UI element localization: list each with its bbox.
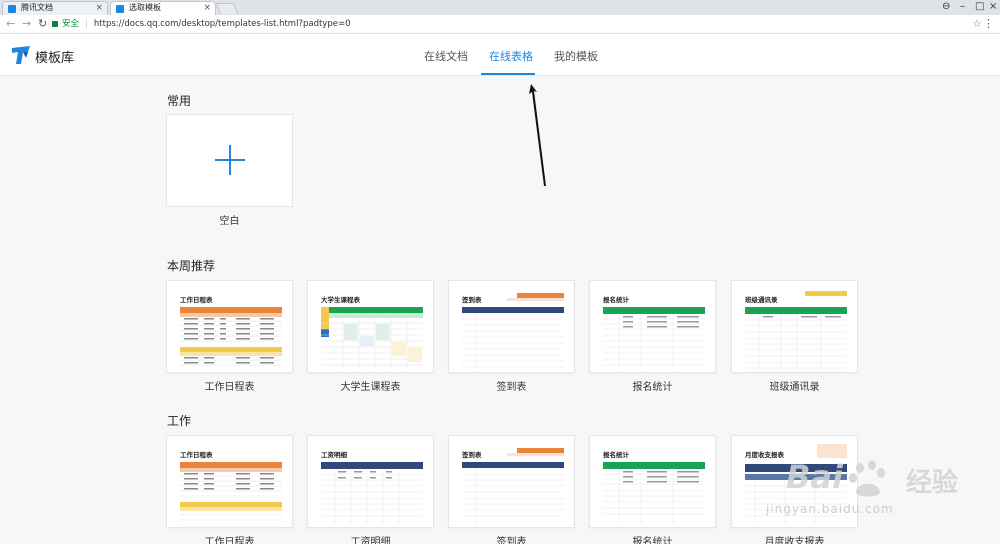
- minimize-icon[interactable]: –: [960, 0, 965, 14]
- section-title-weekly: 本周推荐: [167, 259, 216, 273]
- blank-template-card[interactable]: [166, 114, 293, 207]
- tab-online-sheets[interactable]: 在线表格: [489, 48, 533, 64]
- url-separator: |: [85, 19, 88, 29]
- watermark-brand-cn: 经验: [906, 468, 959, 498]
- sign-in-thumbnail: [462, 293, 564, 369]
- close-window-icon[interactable]: ×: [989, 0, 997, 14]
- plus-icon: [215, 145, 245, 175]
- browser-tab-label: 选取模板: [129, 3, 161, 12]
- registration-thumbnail: [603, 462, 705, 524]
- profile-icon[interactable]: ⊖: [942, 0, 950, 14]
- template-card-sign-in[interactable]: 签到表: [448, 280, 575, 373]
- thumb-title: 报名统计: [603, 296, 629, 304]
- baidu-paw-icon: [849, 460, 885, 497]
- template-label[interactable]: 工资明细: [307, 533, 434, 544]
- lock-icon: [52, 20, 58, 27]
- active-tab-indicator: [481, 73, 535, 75]
- logo-text[interactable]: 模板库: [35, 47, 74, 66]
- browser-menu-icon[interactable]: ⋮: [983, 17, 994, 31]
- template-label[interactable]: 签到表: [448, 533, 575, 544]
- contacts-thumbnail: [745, 291, 847, 369]
- browser-tab-label: 腾讯文档: [21, 3, 53, 12]
- baidu-jingyan-watermark: Bai 经验 jingyan.baidu.com: [756, 448, 1000, 544]
- timetable-thumbnail: [321, 307, 423, 369]
- url-field[interactable]: 安全 | https://docs.qq.com/desktop/templates…: [52, 17, 972, 32]
- template-card-work-schedule[interactable]: 工作日程表: [166, 280, 293, 373]
- template-card-work-schedule[interactable]: 工作日程表: [166, 435, 293, 528]
- maximize-icon[interactable]: □: [975, 0, 984, 14]
- template-label[interactable]: 工作日程表: [166, 378, 293, 393]
- schedule-thumbnail: [180, 462, 282, 521]
- template-label[interactable]: 报名统计: [589, 533, 716, 544]
- sign-in-thumbnail: [462, 448, 564, 524]
- browser-tab-docs[interactable]: 腾讯文档 ×: [2, 1, 108, 15]
- template-label[interactable]: 签到表: [448, 378, 575, 393]
- template-label[interactable]: 班级通讯录: [731, 378, 858, 393]
- salary-thumbnail: [321, 462, 423, 524]
- template-label[interactable]: 报名统计: [589, 378, 716, 393]
- tencent-docs-logo-icon[interactable]: [10, 44, 32, 66]
- template-card-college-timetable[interactable]: 大学生课程表: [307, 280, 434, 373]
- watermark-brand: Bai: [786, 458, 843, 496]
- tencent-docs-favicon-icon: [8, 5, 16, 13]
- thumb-title: 报名统计: [603, 451, 629, 459]
- site-header: 模板库 在线文档 在线表格 我的模板: [0, 34, 1000, 76]
- thumb-title: 工作日程表: [180, 451, 213, 459]
- tab-my-templates[interactable]: 我的模板: [554, 48, 598, 64]
- template-card-registration-stats[interactable]: 报名统计: [589, 280, 716, 373]
- tab-online-docs[interactable]: 在线文档: [424, 48, 468, 64]
- back-arrow-icon[interactable]: ←: [6, 17, 15, 31]
- template-label[interactable]: 大学生课程表: [307, 378, 434, 393]
- forward-arrow-icon[interactable]: →: [22, 17, 31, 31]
- secure-label: 安全: [62, 19, 80, 29]
- template-label[interactable]: 工作日程表: [166, 533, 293, 544]
- template-card-sign-in[interactable]: 签到表: [448, 435, 575, 528]
- thumb-title: 工作日程表: [180, 296, 213, 304]
- section-title-common: 常用: [167, 94, 192, 108]
- template-card-salary-details[interactable]: 工资明细: [307, 435, 434, 528]
- new-tab-button[interactable]: [215, 3, 239, 14]
- watermark-url: jingyan.baidu.com: [766, 502, 894, 516]
- schedule-thumbnail: [180, 307, 282, 366]
- tencent-docs-favicon-icon: [116, 5, 124, 13]
- template-card-registration-stats[interactable]: 报名统计: [589, 435, 716, 528]
- close-tab-icon[interactable]: ×: [203, 2, 211, 14]
- registration-thumbnail: [603, 307, 705, 369]
- reload-icon[interactable]: ↻: [38, 17, 47, 31]
- blank-template-label[interactable]: 空白: [166, 212, 293, 227]
- browser-tab-bar: 腾讯文档 × 选取模板 × ⊖ – □ ×: [0, 0, 1000, 15]
- url-text: https://docs.qq.com/desktop/templates-li…: [93, 19, 351, 29]
- section-title-work: 工作: [167, 414, 192, 428]
- thumb-title: 工资明细: [321, 451, 347, 459]
- close-tab-icon[interactable]: ×: [95, 2, 103, 14]
- template-card-class-contacts[interactable]: 班级通讯录: [731, 280, 858, 373]
- browser-tab-templates[interactable]: 选取模板 ×: [110, 1, 216, 15]
- thumb-title: 大学生课程表: [321, 296, 360, 304]
- address-bar: ← → ↻ 安全 | https://docs.qq.com/desktop/tem…: [0, 15, 1000, 34]
- bookmark-star-icon[interactable]: ☆: [972, 17, 982, 31]
